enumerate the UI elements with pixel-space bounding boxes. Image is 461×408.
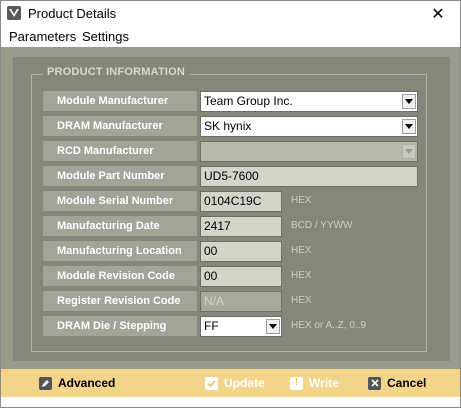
module-manufacturer-select[interactable]: Team Group Inc. — [200, 91, 418, 112]
location-unit: HEX — [291, 245, 312, 256]
manufacturing-location-field[interactable]: 00 — [200, 241, 282, 262]
close-icon — [368, 376, 381, 390]
menu-settings[interactable]: Settings — [82, 29, 129, 44]
update-button: Update — [205, 376, 265, 390]
pencil-icon — [39, 376, 52, 390]
chevron-down-icon — [402, 144, 416, 159]
check-icon — [205, 376, 218, 390]
manufacturing-location-label: Manufacturing Location — [43, 241, 197, 261]
dram-manufacturer-select[interactable]: SK hynix — [200, 116, 418, 137]
menu-bar: Parameters Settings — [1, 27, 460, 47]
register-revision-unit: HEX — [291, 295, 312, 306]
cancel-label: Cancel — [387, 376, 427, 390]
date-unit: BCD / YYWW — [291, 220, 353, 231]
chevron-down-icon[interactable] — [402, 119, 416, 134]
module-serial-number-label: Module Serial Number — [43, 191, 197, 211]
dram-die-stepping-label: DRAM Die / Stepping — [43, 316, 197, 336]
serial-unit: HEX — [291, 195, 312, 206]
dram-manufacturer-value: SK hynix — [204, 119, 252, 133]
close-button[interactable]: ✕ — [416, 1, 460, 27]
stepping-unit: HEX or A..Z, 0..9 — [291, 320, 367, 331]
module-part-number-field[interactable]: UD5-7600 — [200, 166, 418, 187]
menu-parameters[interactable]: Parameters — [9, 29, 76, 44]
cancel-button[interactable]: Cancel — [368, 376, 426, 390]
manufacturing-date-label: Manufacturing Date — [43, 216, 197, 236]
advanced-label: Advanced — [58, 376, 116, 390]
product-details-window: Product Details ✕ Parameters Settings PR… — [0, 0, 461, 408]
module-revision-unit: HEX — [291, 270, 312, 281]
dram-manufacturer-label: DRAM Manufacturer — [43, 116, 197, 136]
close-icon: ✕ — [431, 6, 445, 23]
module-serial-number-field[interactable]: 0104C19C — [200, 191, 282, 212]
advanced-button[interactable]: Advanced — [39, 376, 115, 390]
window-title: Product Details — [28, 6, 117, 21]
warning-icon: ! — [290, 376, 303, 390]
module-manufacturer-value: Team Group Inc. — [204, 94, 293, 108]
footer-bar: Advanced Update ! Write Cancel — [1, 369, 460, 397]
register-revision-code-field: N/A — [200, 291, 282, 312]
register-revision-code-label: Register Revision Code — [43, 291, 197, 311]
module-revision-code-label: Module Revision Code — [43, 266, 197, 286]
section-title: PRODUCT INFORMATION — [43, 66, 190, 78]
update-label: Update — [224, 376, 265, 390]
rcd-manufacturer-select — [200, 141, 418, 162]
chevron-down-icon[interactable] — [402, 94, 416, 109]
dram-die-stepping-value: FF — [204, 319, 219, 333]
module-revision-code-field[interactable]: 00 — [200, 266, 282, 287]
manufacturing-date-field[interactable]: 2417 — [200, 216, 282, 237]
write-button: ! Write — [290, 376, 339, 390]
write-label: Write — [309, 376, 339, 390]
module-manufacturer-label: Module Manufacturer — [43, 91, 197, 111]
rcd-manufacturer-label: RCD Manufacturer — [43, 141, 197, 161]
product-logo-icon — [7, 6, 21, 20]
dram-die-stepping-select[interactable]: FF — [200, 316, 282, 337]
module-part-number-label: Module Part Number — [43, 166, 197, 186]
chevron-down-icon[interactable] — [266, 319, 280, 334]
title-bar: Product Details ✕ — [1, 1, 460, 27]
